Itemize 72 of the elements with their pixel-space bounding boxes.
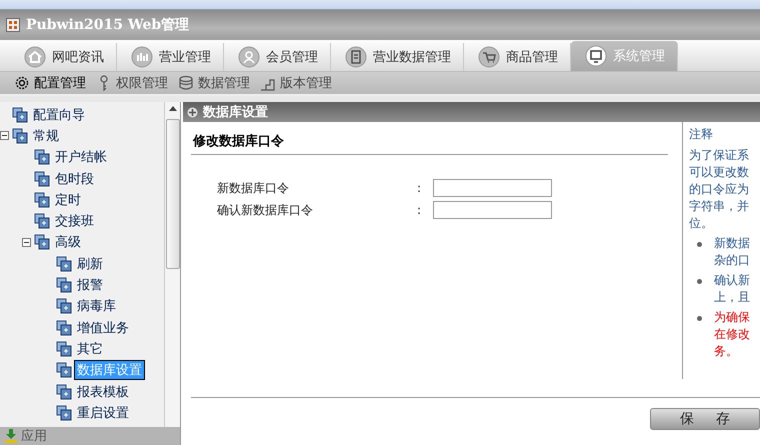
notes-text: 为了保证系 可以更改数 的口令应为 字符串，并 位。 [689, 147, 750, 232]
stacked-pages-icon [56, 320, 72, 336]
stacked-pages-icon [34, 213, 50, 230]
stacked-pages-icon [56, 340, 72, 357]
tree-item[interactable]: 报表模板 [75, 382, 131, 400]
tree-item[interactable]: 常规 [31, 126, 61, 145]
tree-item[interactable]: 增值业务 [75, 318, 131, 337]
house-icon [24, 46, 46, 68]
tree-toggle[interactable] [0, 131, 9, 140]
stacked-pages-icon [56, 404, 72, 421]
bullet-dot [697, 316, 702, 321]
database-icon [178, 75, 194, 91]
app-logo-icon [6, 18, 20, 32]
subnav-item[interactable]: 权限管理 [96, 74, 168, 92]
bullet-dot [697, 242, 702, 247]
up-arrow-icon [168, 106, 176, 111]
monitor-icon [585, 45, 607, 67]
field-separator: : [417, 181, 422, 195]
document-icon [345, 46, 367, 68]
field-label: 确认新数据库口令 [217, 202, 314, 218]
stacked-pages-icon [34, 170, 50, 187]
nav-tab[interactable]: 会员管理 [224, 43, 331, 71]
cart-icon [478, 46, 500, 68]
subnav-item[interactable]: 版本管理 [260, 74, 332, 92]
subnav-item[interactable]: 数据管理 [178, 74, 250, 92]
tree-item[interactable]: 病毒库 [75, 297, 118, 316]
gear-icon [14, 75, 30, 91]
password-field[interactable] [433, 179, 552, 197]
tree-item[interactable]: 刷新 [75, 254, 105, 273]
tree-item[interactable]: 定时 [53, 190, 83, 209]
apply-button[interactable]: 应用 [0, 427, 180, 445]
app-title: Pubwin2015 Web管理 [26, 16, 190, 34]
stacked-pages-icon [56, 384, 72, 400]
stacked-pages-icon [34, 149, 50, 166]
bullet-dot [697, 279, 702, 284]
panel-title: 数据库设置 [203, 104, 268, 121]
tree-toggle[interactable] [22, 238, 31, 247]
person-icon [238, 46, 260, 68]
subnav-item[interactable]: 配置管理 [14, 74, 86, 92]
stacked-pages-icon [34, 234, 50, 250]
section-title: 修改数据库口令 [191, 130, 668, 155]
stacked-pages-icon [34, 192, 50, 208]
tree-item[interactable]: 其它 [75, 340, 105, 358]
note-item: 确认新 上，且 [714, 272, 750, 306]
password-field[interactable] [433, 201, 552, 219]
tree-item[interactable]: 重启设置 [75, 404, 131, 422]
tree-item[interactable]: 配置向导 [31, 106, 87, 124]
tree-item[interactable]: 开户结帐 [53, 148, 109, 166]
plus-circle-icon [187, 106, 198, 118]
notes-title: 注释 [689, 126, 714, 143]
stacked-pages-icon [56, 362, 72, 378]
tree-item[interactable]: 报警 [75, 276, 105, 294]
tree-item[interactable]: 包时段 [53, 170, 96, 188]
stacked-pages-icon [56, 298, 72, 314]
nav-tab[interactable]: 营业管理 [117, 43, 224, 71]
stacked-pages-icon [12, 106, 28, 123]
scrollbar[interactable] [164, 102, 180, 427]
save-button[interactable]: 保 存 [650, 408, 760, 430]
tree-item[interactable]: 交接班 [53, 212, 96, 230]
field-label: 新数据库口令 [217, 180, 290, 196]
nav-tab[interactable]: 营业数据管理 [331, 43, 464, 71]
note-item: 为确保 在修改 务。 [714, 309, 750, 360]
nav-tab[interactable]: 网吧资讯 [10, 43, 117, 71]
stacked-pages-icon [12, 128, 28, 144]
tree-item[interactable]: 高级 [53, 233, 83, 252]
bar-chart-icon [131, 46, 153, 68]
download-arrow-icon [4, 429, 18, 443]
field-separator: : [417, 203, 422, 217]
nav-tab[interactable]: 商品管理 [464, 43, 571, 71]
stacked-pages-icon [56, 256, 72, 272]
note-item: 新数据 杂的口 [714, 235, 750, 269]
stacked-pages-icon [56, 277, 72, 294]
